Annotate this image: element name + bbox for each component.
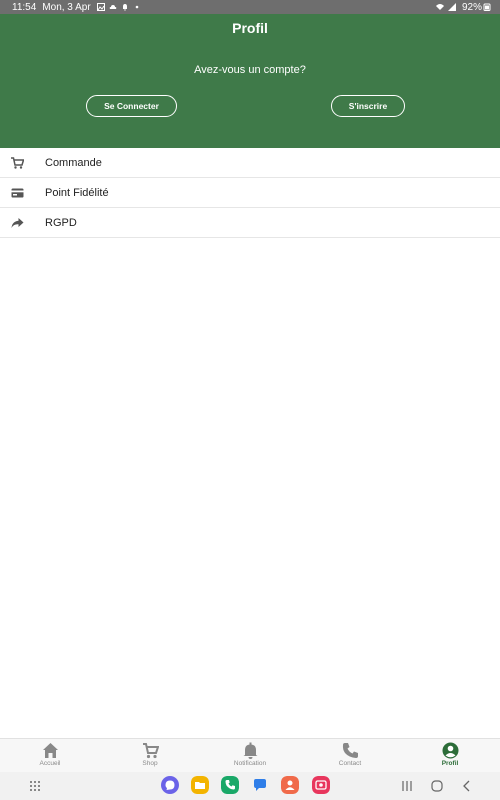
image-icon: [96, 3, 105, 11]
battery-percentage: 92%: [461, 1, 482, 13]
system-taskbar: [0, 772, 500, 800]
bell-icon: [243, 742, 257, 759]
status-bar: 11:54 Mon, 3 Apr 92%: [0, 0, 500, 14]
phone-icon: [342, 743, 358, 758]
menu-item-label: Commande: [45, 156, 102, 169]
screen-recorder-app-icon[interactable]: [312, 776, 330, 794]
menu-item-commande[interactable]: Commande: [0, 148, 500, 178]
messages-app-icon[interactable]: [251, 776, 269, 794]
bell-icon: [122, 4, 127, 11]
menu-item-label: RGPD: [45, 216, 77, 229]
bottom-navigation: Accueil Shop Notification Contact Profil: [0, 738, 500, 772]
cart-icon: [142, 743, 159, 759]
profile-menu: Commande Point Fidélité RGPD: [0, 148, 500, 238]
tab-label: Contact: [338, 760, 362, 767]
back-icon[interactable]: [460, 779, 474, 793]
tab-profil[interactable]: Profil: [400, 739, 500, 773]
register-button[interactable]: S'inscrire: [331, 95, 405, 117]
files-app-icon[interactable]: [191, 776, 209, 794]
battery-icon: [483, 3, 491, 11]
login-button[interactable]: Se Connecter: [86, 95, 177, 117]
account-icon: [442, 742, 458, 759]
messenger-app-icon[interactable]: [161, 776, 179, 794]
phone-app-icon[interactable]: [221, 776, 239, 794]
tab-contact[interactable]: Contact: [300, 739, 400, 773]
status-time: 11:54: [12, 1, 37, 13]
menu-item-point-fidelite[interactable]: Point Fidélité: [0, 178, 500, 208]
menu-item-rgpd[interactable]: RGPD: [0, 208, 500, 238]
status-date: Mon, 3 Apr: [42, 1, 91, 13]
home-icon: [42, 743, 58, 758]
card-icon: [11, 188, 24, 198]
tab-notification[interactable]: Notification: [200, 739, 300, 773]
wifi-icon: [435, 4, 444, 10]
tab-label: Shop: [142, 760, 158, 767]
cloud-icon: [109, 5, 116, 9]
page-title: Profil: [232, 20, 268, 36]
tab-label: Accueil: [39, 760, 61, 767]
contacts-app-icon[interactable]: [281, 776, 299, 794]
home-button-icon[interactable]: [430, 779, 444, 793]
tab-label: Notification: [233, 760, 267, 767]
menu-item-label: Point Fidélité: [45, 186, 109, 199]
dot-icon: [135, 5, 138, 9]
signal-icon: [447, 3, 456, 11]
tab-label: Profil: [441, 760, 459, 767]
app-drawer-icon[interactable]: [29, 780, 41, 792]
cart-icon: [11, 157, 24, 169]
tab-shop[interactable]: Shop: [100, 739, 200, 773]
profile-header: Profil Avez-vous un compte? Se Connecter…: [0, 14, 500, 148]
share-icon: [11, 218, 24, 228]
tab-accueil[interactable]: Accueil: [0, 739, 100, 773]
account-question: Avez-vous un compte?: [194, 64, 306, 76]
recent-apps-icon[interactable]: [400, 779, 414, 793]
